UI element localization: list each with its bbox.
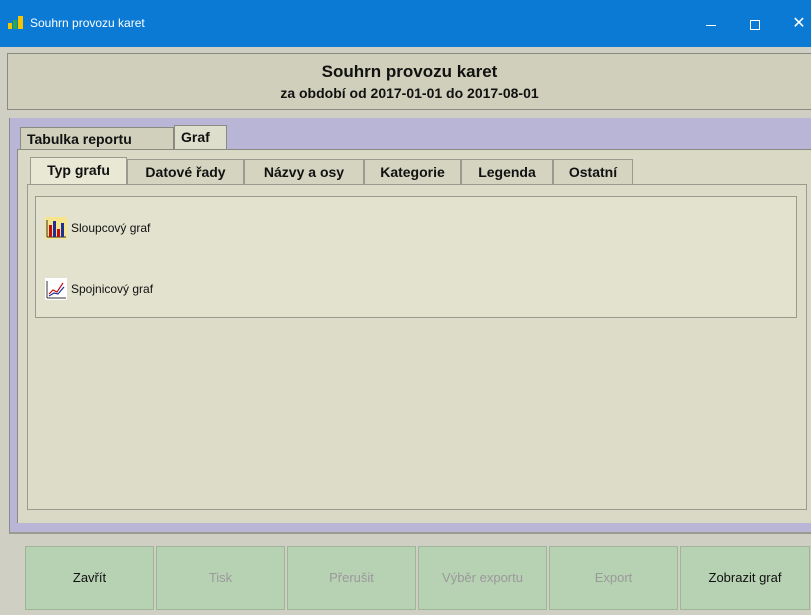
export-selection-button[interactable]: Výběr exportu: [418, 546, 547, 610]
close-icon: ✕: [792, 15, 806, 32]
tab-typ-grafu[interactable]: Typ grafu: [30, 157, 127, 185]
interrupt-button[interactable]: Přerušit: [287, 546, 416, 610]
maximize-button[interactable]: [733, 9, 777, 39]
minimize-button[interactable]: [689, 9, 733, 39]
close-button[interactable]: ✕: [777, 9, 811, 39]
minimize-icon: [706, 24, 716, 26]
chart-type-label: Sloupcový graf: [71, 221, 151, 235]
tab-ostatni[interactable]: Ostatní: [553, 159, 633, 184]
bar-chart-icon: [45, 217, 67, 239]
maximize-icon: [750, 20, 760, 31]
report-title: Souhrn provozu karet: [321, 62, 498, 81]
tab-kategorie[interactable]: Kategorie: [364, 159, 461, 184]
chart-type-list[interactable]: [35, 196, 797, 318]
tab-nazvy-a-osy[interactable]: Názvy a osy: [244, 159, 364, 184]
tab-legenda[interactable]: Legenda: [461, 159, 553, 184]
export-button[interactable]: Export: [549, 546, 678, 610]
title-bar[interactable]: Souhrn provozu karet ✕: [0, 0, 811, 47]
tab-datove-rady[interactable]: Datové řady: [127, 159, 244, 184]
footer-divider: [9, 532, 811, 534]
app-window: Souhrn provozu karet ✕ Souhrn provozu ka…: [0, 0, 811, 615]
print-button[interactable]: Tisk: [156, 546, 285, 610]
line-chart-icon: [45, 278, 67, 300]
report-period: za období od 2017-01-01 do 2017-08-01: [280, 85, 539, 101]
window-title: Souhrn provozu karet: [30, 16, 145, 30]
close-report-button[interactable]: Zavřít: [25, 546, 154, 610]
show-chart-button[interactable]: Zobrazit graf: [680, 546, 810, 610]
tab-graf[interactable]: Graf: [174, 125, 227, 150]
chart-type-label: Spojnicový graf: [71, 282, 154, 296]
report-header: Souhrn provozu karet za období od 2017-0…: [7, 53, 811, 110]
app-chart-icon: [8, 16, 23, 29]
tab-tabulka-reportu[interactable]: Tabulka reportu: [20, 127, 174, 150]
